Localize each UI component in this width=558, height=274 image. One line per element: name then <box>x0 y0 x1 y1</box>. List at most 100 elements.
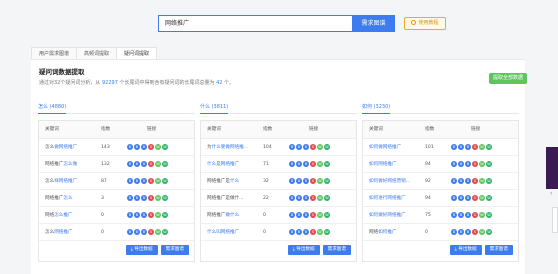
red-circle-icon[interactable]: S <box>472 144 478 150</box>
graph-button[interactable]: 需求图谱 <box>484 245 513 255</box>
red-circle-icon[interactable]: S <box>310 195 316 201</box>
green-circle-icon[interactable]: W <box>155 212 161 218</box>
blue-circle-icon[interactable]: B <box>141 161 147 167</box>
blue-circle-icon[interactable]: B <box>451 144 457 150</box>
column-header[interactable]: 什么 (3811) <box>200 102 357 114</box>
keyword-cell[interactable]: 怎么样网络推广 <box>39 173 101 189</box>
green-circle-icon[interactable]: W <box>486 212 492 218</box>
side-ad-banner[interactable] <box>546 147 558 189</box>
green-circle-icon[interactable]: W <box>486 161 492 167</box>
blue-circle-icon[interactable]: B <box>127 178 133 184</box>
green-circle-icon[interactable]: W <box>317 178 323 184</box>
red-circle-icon[interactable]: S <box>148 229 154 235</box>
red-circle-icon[interactable]: S <box>148 144 154 150</box>
blue-circle-icon[interactable]: B <box>465 144 471 150</box>
keyword-cell[interactable]: 怎么做网络推广 <box>39 139 101 155</box>
search-button[interactable]: 需求图谱 <box>352 15 395 32</box>
blue-circle-icon[interactable]: B <box>289 212 295 218</box>
red-circle-icon[interactable]: S <box>310 212 316 218</box>
side-arrow-icon[interactable]: ‹ <box>550 190 558 198</box>
red-circle-icon[interactable]: S <box>148 178 154 184</box>
blue-circle-icon[interactable]: B <box>141 212 147 218</box>
blue-circle-icon[interactable]: B <box>458 229 464 235</box>
keyword-cell[interactable]: 网络推广是做什... <box>201 190 263 206</box>
blue-circle-icon[interactable]: B <box>303 144 309 150</box>
blue-circle-icon[interactable]: B <box>465 195 471 201</box>
blue-circle-icon[interactable]: B <box>296 195 302 201</box>
red-circle-icon[interactable]: S <box>148 212 154 218</box>
green-circle-icon[interactable]: W <box>486 195 492 201</box>
export-button[interactable]: ⤓ 导出数据 <box>125 245 158 255</box>
blue-circle-icon[interactable]: B <box>303 178 309 184</box>
blue-circle-icon[interactable]: B <box>134 144 140 150</box>
blue-circle-icon[interactable]: B <box>134 161 140 167</box>
keyword-cell[interactable]: 如何做好网络推广 <box>363 207 425 223</box>
blue-circle-icon[interactable]: B <box>303 195 309 201</box>
red-circle-icon[interactable]: S <box>148 161 154 167</box>
green-circle-icon[interactable]: W <box>162 178 168 184</box>
blue-circle-icon[interactable]: B <box>289 229 295 235</box>
tab-user-demand[interactable]: 用户需求图谱 <box>31 47 78 59</box>
blue-circle-icon[interactable]: B <box>127 161 133 167</box>
blue-circle-icon[interactable]: B <box>465 178 471 184</box>
green-circle-icon[interactable]: W <box>479 144 485 150</box>
blue-circle-icon[interactable]: B <box>458 144 464 150</box>
green-circle-icon[interactable]: W <box>155 195 161 201</box>
green-circle-icon[interactable]: W <box>317 229 323 235</box>
green-circle-icon[interactable]: W <box>162 229 168 235</box>
green-circle-icon[interactable]: W <box>324 144 330 150</box>
green-circle-icon[interactable]: W <box>486 229 492 235</box>
red-circle-icon[interactable]: S <box>472 229 478 235</box>
green-circle-icon[interactable]: W <box>486 178 492 184</box>
keyword-cell[interactable]: 网络推广怎么 <box>39 190 101 206</box>
blue-circle-icon[interactable]: B <box>289 161 295 167</box>
red-circle-icon[interactable]: S <box>310 161 316 167</box>
blue-circle-icon[interactable]: B <box>465 212 471 218</box>
export-button[interactable]: ⤓ 导出数据 <box>449 245 482 255</box>
blue-circle-icon[interactable]: B <box>465 229 471 235</box>
red-circle-icon[interactable]: S <box>148 195 154 201</box>
tutorial-button[interactable]: 使用教程 <box>404 17 446 30</box>
red-circle-icon[interactable]: S <box>472 161 478 167</box>
blue-circle-icon[interactable]: B <box>451 161 457 167</box>
blue-circle-icon[interactable]: B <box>289 144 295 150</box>
search-input[interactable]: 网络推广 <box>158 15 353 32</box>
green-circle-icon[interactable]: W <box>162 195 168 201</box>
green-circle-icon[interactable]: W <box>317 212 323 218</box>
blue-circle-icon[interactable]: B <box>289 178 295 184</box>
green-circle-icon[interactable]: W <box>317 195 323 201</box>
blue-circle-icon[interactable]: B <box>141 178 147 184</box>
blue-circle-icon[interactable]: B <box>303 229 309 235</box>
blue-circle-icon[interactable]: B <box>296 212 302 218</box>
export-button[interactable]: ⤓ 导出数据 <box>287 245 320 255</box>
blue-circle-icon[interactable]: B <box>127 212 133 218</box>
blue-circle-icon[interactable]: B <box>451 195 457 201</box>
blue-circle-icon[interactable]: B <box>451 212 457 218</box>
blue-circle-icon[interactable]: B <box>303 212 309 218</box>
green-circle-icon[interactable]: W <box>324 212 330 218</box>
green-circle-icon[interactable]: W <box>479 195 485 201</box>
keyword-cell[interactable]: 网络推广是什么 <box>201 173 263 189</box>
column-header[interactable]: 如何 (3230) <box>362 102 519 114</box>
green-circle-icon[interactable]: W <box>155 178 161 184</box>
green-circle-icon[interactable]: W <box>324 161 330 167</box>
blue-circle-icon[interactable]: B <box>134 212 140 218</box>
green-circle-icon[interactable]: W <box>162 144 168 150</box>
keyword-cell[interactable]: 如何网络推广 <box>363 156 425 172</box>
keyword-cell[interactable]: 网络怎么推广 <box>39 207 101 223</box>
blue-circle-icon[interactable]: B <box>451 178 457 184</box>
graph-button[interactable]: 需求图谱 <box>322 245 351 255</box>
blue-circle-icon[interactable]: B <box>296 178 302 184</box>
blue-circle-icon[interactable]: B <box>296 144 302 150</box>
green-circle-icon[interactable]: W <box>155 161 161 167</box>
blue-circle-icon[interactable]: B <box>289 195 295 201</box>
blue-circle-icon[interactable]: B <box>141 229 147 235</box>
blue-circle-icon[interactable]: B <box>296 229 302 235</box>
keyword-cell[interactable]: 什么叫网络推广 <box>201 224 263 240</box>
green-circle-icon[interactable]: W <box>479 229 485 235</box>
green-circle-icon[interactable]: W <box>479 212 485 218</box>
blue-circle-icon[interactable]: B <box>458 212 464 218</box>
red-circle-icon[interactable]: S <box>310 144 316 150</box>
green-circle-icon[interactable]: W <box>155 229 161 235</box>
blue-circle-icon[interactable]: B <box>127 195 133 201</box>
